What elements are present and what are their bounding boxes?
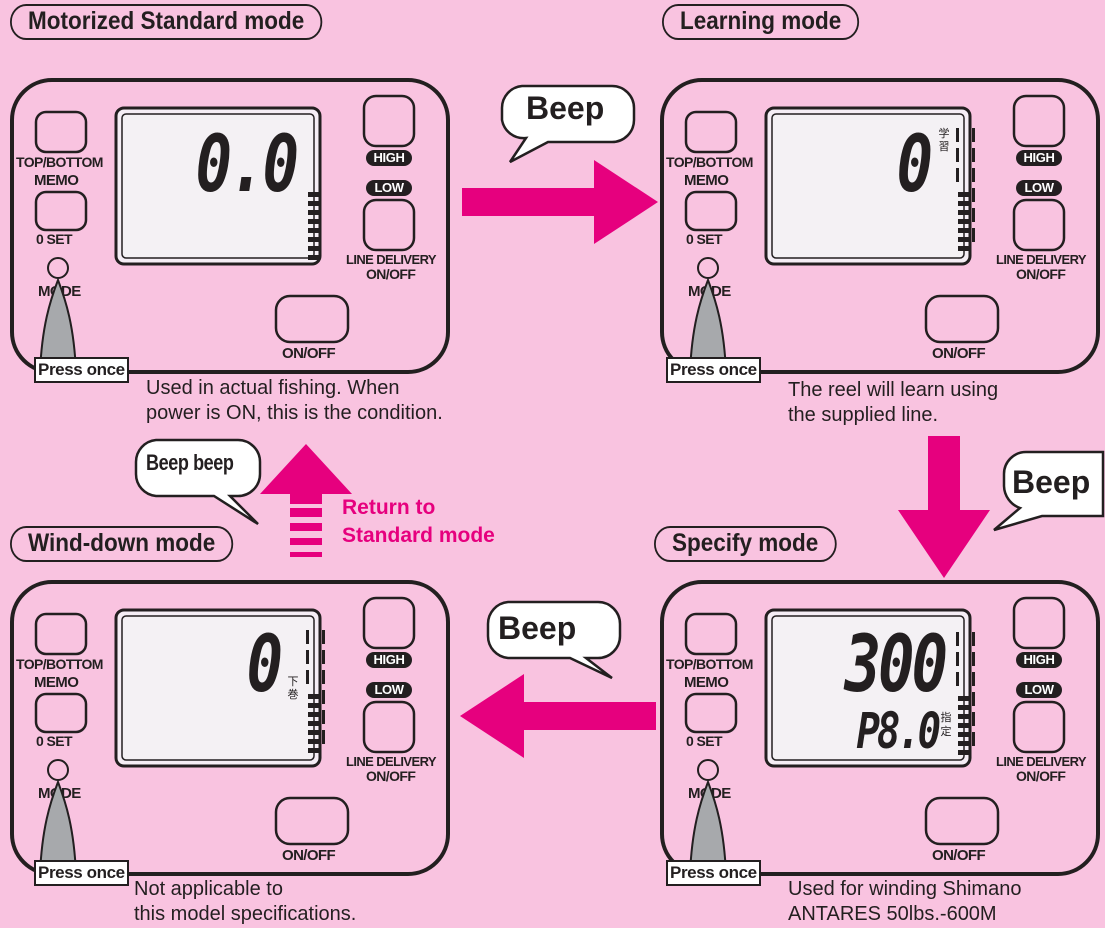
mode-switch[interactable] <box>28 758 88 874</box>
specify-desc-line1: Used for winding Shimano <box>788 878 1022 900</box>
specify-desc-line2: ANTARES 50lbs.-600M <box>788 903 997 925</box>
return-text-line1: Return to <box>342 496 436 519</box>
zero-set-button[interactable] <box>34 190 88 232</box>
high-button[interactable] <box>1012 596 1066 650</box>
remote-panel: TOP/BOTTOM MEMO 0 SET MODE HIGH LOW LINE… <box>10 580 450 876</box>
specify-level-bars <box>956 632 975 755</box>
high-button[interactable] <box>1012 94 1066 148</box>
arrow-standard-to-learning <box>462 160 658 244</box>
standard-press-once: Press once <box>34 357 129 383</box>
specify-display-value: 300 <box>844 620 948 710</box>
standard-desc-line2: power is ON, this is the condition. <box>146 402 443 424</box>
zero-set-button[interactable] <box>684 190 738 232</box>
power-label: ON/OFF <box>282 847 336 864</box>
beep-text-top: Beep <box>526 90 605 126</box>
remote-panel: TOP/BOTTOM MEMO 0 SET MODE HIGH LOW LINE… <box>660 78 1100 374</box>
top-bottom-label: TOP/BOTTOM <box>666 154 753 170</box>
beep-text-right: Beep <box>1012 464 1091 500</box>
power-label: ON/OFF <box>932 847 986 864</box>
standard-desc-line1: Used in actual fishing. When <box>146 377 400 399</box>
standard-level-bars <box>308 192 320 260</box>
memo-label: MEMO <box>34 172 79 189</box>
zero-set-label: 0 SET <box>36 231 73 247</box>
specify-kanji-bottom: 定 <box>940 726 952 738</box>
high-label: HIGH <box>1016 652 1062 668</box>
winddown-level-bars <box>306 630 325 753</box>
specify-press-once: Press once <box>666 860 761 886</box>
power-label: ON/OFF <box>282 345 336 362</box>
learning-kanji-top: 学 <box>938 128 950 140</box>
zero-set-label: 0 SET <box>686 231 723 247</box>
memo-label: MEMO <box>684 674 729 691</box>
winddown-display-value: 0 <box>246 620 283 710</box>
top-bottom-button[interactable] <box>684 612 738 656</box>
line-delivery-onoff-label: ON/OFF <box>1016 266 1066 282</box>
specify-kanji-top: 指 <box>940 712 952 724</box>
top-bottom-label: TOP/BOTTOM <box>666 656 753 672</box>
high-label: HIGH <box>366 150 412 166</box>
line-delivery-label: LINE DELIVERY <box>346 754 437 769</box>
top-bottom-button[interactable] <box>34 612 88 656</box>
standard-display-value: 0.0 <box>195 120 299 210</box>
low-label: LOW <box>366 180 412 196</box>
line-delivery-button[interactable] <box>1012 700 1066 754</box>
line-delivery-label: LINE DELIVERY <box>996 252 1087 267</box>
arrow-specify-to-winddown <box>460 674 656 758</box>
high-button[interactable] <box>362 94 416 148</box>
standard-mode-title: Motorized Standard mode <box>10 4 323 40</box>
power-button[interactable] <box>924 796 1000 846</box>
line-delivery-button[interactable] <box>1012 198 1066 252</box>
specify-mode-title: Specify mode <box>654 526 837 562</box>
arrow-return-to-standard <box>260 444 352 557</box>
arrow-learning-to-specify <box>898 436 990 578</box>
winddown-press-once: Press once <box>34 860 129 886</box>
high-label: HIGH <box>1016 150 1062 166</box>
top-bottom-label: TOP/BOTTOM <box>16 656 103 672</box>
zero-set-button[interactable] <box>34 692 88 734</box>
return-text-line2: Standard mode <box>342 524 495 547</box>
line-delivery-onoff-label: ON/OFF <box>366 768 416 784</box>
memo-label: MEMO <box>34 674 79 691</box>
low-label: LOW <box>366 682 412 698</box>
power-button[interactable] <box>274 796 350 846</box>
line-delivery-label: LINE DELIVERY <box>996 754 1087 769</box>
learning-level-bars <box>956 128 975 251</box>
power-button[interactable] <box>274 294 350 344</box>
zero-set-label: 0 SET <box>686 733 723 749</box>
memo-label: MEMO <box>684 172 729 189</box>
mode-switch[interactable] <box>678 758 738 874</box>
line-delivery-onoff-label: ON/OFF <box>366 266 416 282</box>
learning-mode-title: Learning mode <box>662 4 860 40</box>
learning-display-value: 0 <box>896 120 933 210</box>
winddown-kanji-top: 下 <box>287 676 299 688</box>
line-delivery-onoff-label: ON/OFF <box>1016 768 1066 784</box>
high-button[interactable] <box>362 596 416 650</box>
winddown-mode-title: Wind-down mode <box>10 526 234 562</box>
zero-set-label: 0 SET <box>36 733 73 749</box>
line-delivery-label: LINE DELIVERY <box>346 252 437 267</box>
mode-switch[interactable] <box>28 256 88 372</box>
top-bottom-button[interactable] <box>684 110 738 154</box>
winddown-kanji-bottom: 巻 <box>287 689 299 701</box>
winddown-desc-line2: this model specifications. <box>134 903 357 925</box>
low-label: LOW <box>1016 682 1062 698</box>
mode-switch[interactable] <box>678 256 738 372</box>
top-bottom-label: TOP/BOTTOM <box>16 154 103 170</box>
learning-kanji-bottom: 習 <box>938 141 950 153</box>
top-bottom-button[interactable] <box>34 110 88 154</box>
line-delivery-button[interactable] <box>362 198 416 252</box>
zero-set-button[interactable] <box>684 692 738 734</box>
power-button[interactable] <box>924 294 1000 344</box>
high-label: HIGH <box>366 652 412 668</box>
low-label: LOW <box>1016 180 1062 196</box>
beep-beep-text: Beep beep <box>146 450 234 475</box>
beep-text-bottom: Beep <box>498 610 577 646</box>
winddown-desc-line1: Not applicable to <box>134 878 283 900</box>
learning-desc-line1: The reel will learn using <box>788 379 999 401</box>
specify-display-secondary: P8.0 <box>856 702 942 760</box>
learning-press-once: Press once <box>666 357 761 383</box>
power-label: ON/OFF <box>932 345 986 362</box>
learning-desc-line2: the supplied line. <box>788 404 939 426</box>
line-delivery-button[interactable] <box>362 700 416 754</box>
